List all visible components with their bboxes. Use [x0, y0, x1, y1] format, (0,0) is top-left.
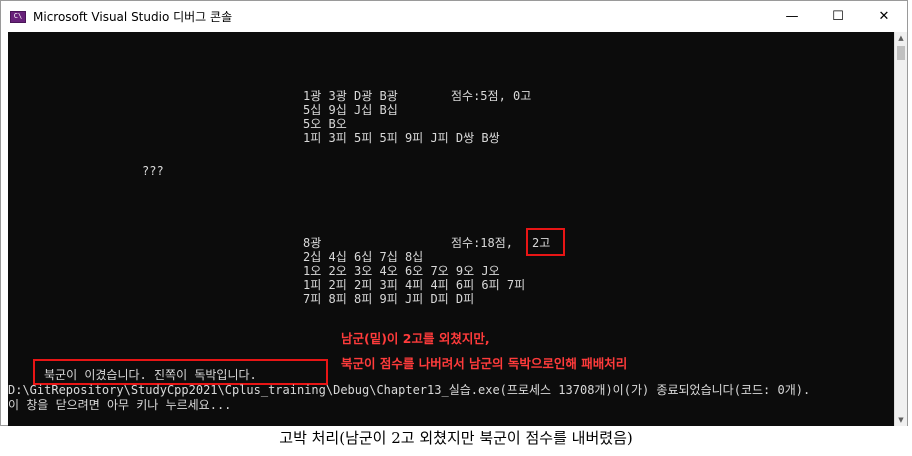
- top-cards-line-3: 5오 B오: [303, 117, 347, 131]
- scroll-thumb[interactable]: [897, 46, 905, 60]
- figure-caption: 고박 처리(남군이 2고 외쳤지만 북군이 점수를 내버렸음): [279, 429, 633, 447]
- bottom-cards-line-4: 1피 2피 2피 3피 4피 4피 6피 6피 7피: [303, 278, 526, 292]
- scroll-down-icon[interactable]: ▼: [895, 414, 907, 426]
- top-cards-line-4: 1피 3피 5피 5피 9피 J피 D쌍 B쌍: [303, 131, 500, 145]
- go-count-highlight: [526, 228, 565, 256]
- console-output[interactable]: 1광 3광 D광 B광 5십 9십 J십 B십 5오 B오 1피 3피 5피 5…: [8, 32, 894, 426]
- top-score: 점수:5점, 0고: [451, 89, 532, 103]
- vertical-scrollbar[interactable]: ▲ ▼: [894, 32, 907, 426]
- bottom-cards-line-3: 1오 2오 3오 4오 6오 7오 9오 J오: [303, 264, 500, 278]
- window-controls: — ☐ ✕: [769, 1, 907, 32]
- top-cards-line-2: 5십 9십 J십 B십: [303, 103, 398, 117]
- maximize-button[interactable]: ☐: [815, 1, 861, 32]
- top-cards-line-1: 1광 3광 D광 B광: [303, 89, 398, 103]
- minimize-button[interactable]: —: [769, 1, 815, 32]
- result-highlight: [33, 359, 328, 385]
- bottom-cards-line-2: 2십 4십 6십 7십 8십: [303, 250, 424, 264]
- visual-studio-icon: C\: [10, 10, 26, 23]
- close-prompt: 이 창을 닫으려면 아무 키나 누르세요...: [8, 398, 232, 412]
- bottom-cards-line-5: 7피 8피 8피 9피 J피 D피 D피: [303, 292, 475, 306]
- close-button[interactable]: ✕: [861, 1, 907, 32]
- annotation-line-2: 북군이 점수를 나버려서 남군의 독박으로인해 패배처리: [341, 356, 628, 371]
- bottom-score: 점수:18점,: [451, 236, 514, 250]
- annotation-line-1: 남군(밑)이 2고를 외쳤지만,: [341, 331, 490, 346]
- scroll-up-icon[interactable]: ▲: [895, 32, 907, 44]
- middle-unknown: ???: [142, 164, 164, 178]
- window-title: Microsoft Visual Studio 디버그 콘솔: [33, 10, 233, 24]
- console-window: C\ Microsoft Visual Studio 디버그 콘솔 — ☐ ✕ …: [0, 0, 908, 426]
- bottom-cards-line-1: 8광: [303, 236, 322, 250]
- title-bar[interactable]: C\ Microsoft Visual Studio 디버그 콘솔 — ☐ ✕: [1, 1, 907, 32]
- exit-message: D:\GitRepository\StudyCpp2021\Cplus_trai…: [8, 383, 811, 397]
